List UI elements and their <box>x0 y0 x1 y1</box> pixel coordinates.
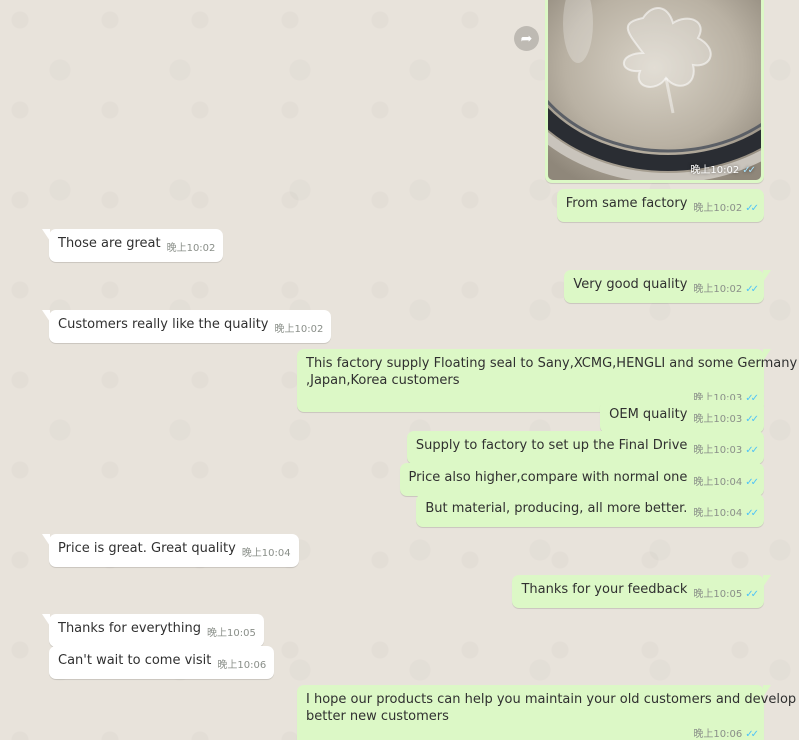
forward-button[interactable]: ➦ <box>514 26 539 51</box>
message-outgoing[interactable]: Thanks for your feedback 晚上10:05 ✓✓ <box>512 575 771 608</box>
message-text-line: better new customers <box>306 709 449 724</box>
photo-floating-seal-image <box>548 0 761 180</box>
message-meta: 晚上10:04 ✓✓ <box>693 474 759 491</box>
message-meta: 晚上10:05 <box>207 625 256 642</box>
message-text-line: I hope our products can help you maintai… <box>306 692 797 707</box>
message-time: 晚上10:06 <box>693 729 743 740</box>
message-text: Very good quality <box>573 277 688 292</box>
message-meta: 晚上10:05 ✓✓ <box>693 586 759 603</box>
message-time: 晚上10:02 <box>693 284 743 295</box>
message-text: Thanks for everything <box>58 621 201 636</box>
message-time: 晚上10:02 <box>274 324 324 335</box>
double-check-icon: ✓✓ <box>745 477 759 488</box>
message-meta: 晚上10:02 <box>274 321 323 338</box>
message-time: 晚上10:05 <box>207 628 256 639</box>
message-meta: 晚上10:02 <box>167 240 216 257</box>
message-text: Customers really like the quality <box>58 317 269 332</box>
message-time: 晚上10:02 <box>693 203 743 214</box>
message-outgoing[interactable]: I hope our products can help you maintai… <box>297 685 797 740</box>
message-outgoing[interactable]: Price also higher,compare with normal on… <box>399 463 764 496</box>
message-meta: 晚上10:02 ✓✓ <box>693 200 759 217</box>
message-meta: 晚上10:02 ✓✓ <box>693 281 759 298</box>
message-time: 晚上10:03 <box>693 445 743 456</box>
message-text: Supply to factory to set up the Final Dr… <box>415 438 688 453</box>
message-text-line: This factory supply Floating seal to San… <box>306 356 798 371</box>
message-time: 晚上10:06 <box>217 660 267 671</box>
message-time: 晚上10:05 <box>693 589 743 600</box>
message-meta: 晚上10:04 <box>242 545 291 562</box>
message-time: 晚上10:04 <box>693 508 743 519</box>
double-check-icon: ✓✓ <box>742 165 756 176</box>
double-check-icon: ✓✓ <box>745 589 759 600</box>
message-incoming[interactable]: Those are great 晚上10:02 <box>41 229 224 262</box>
message-meta: 晚上10:04 ✓✓ <box>693 505 759 522</box>
message-incoming[interactable]: Thanks for everything 晚上10:05 <box>42 614 264 647</box>
message-text: Thanks for your feedback <box>521 582 688 597</box>
double-check-icon: ✓✓ <box>745 284 759 295</box>
double-check-icon: ✓✓ <box>745 203 759 214</box>
message-incoming[interactable]: Can't wait to come visit 晚上10:06 <box>49 646 275 679</box>
image-message[interactable]: 晚上10:02 ✓✓ <box>545 0 764 183</box>
message-meta: 晚上10:03 ✓✓ <box>693 442 759 459</box>
message-text: Those are great <box>58 236 161 251</box>
message-outgoing[interactable]: From same factory 晚上10:02 ✓✓ <box>556 189 764 222</box>
message-outgoing[interactable]: But material, producing, all more better… <box>416 494 764 527</box>
photo[interactable]: 晚上10:02 ✓✓ <box>548 0 761 180</box>
double-check-icon: ✓✓ <box>745 508 759 519</box>
message-time: 晚上10:03 <box>693 414 743 425</box>
message-meta: 晚上10:03 ✓✓ <box>693 411 759 428</box>
message-text-line: ,Japan,Korea customers <box>306 373 460 388</box>
forward-icon: ➦ <box>520 30 533 47</box>
message-time: 晚上10:04 <box>693 477 743 488</box>
message-time: 晚上10:02 <box>166 243 216 254</box>
message-outgoing[interactable]: Supply to factory to set up the Final Dr… <box>406 431 764 464</box>
message-text: Can't wait to come visit <box>58 653 212 668</box>
message-time: 晚上10:04 <box>241 548 291 559</box>
message-text: Price also higher,compare with normal on… <box>408 470 688 485</box>
message-text: From same factory <box>565 196 688 211</box>
image-timestamp: 晚上10:02 ✓✓ <box>690 161 756 176</box>
message-incoming[interactable]: Customers really like the quality 晚上10:02 <box>41 310 332 343</box>
message-outgoing[interactable]: Very good quality 晚上10:02 ✓✓ <box>564 270 771 303</box>
message-text: OEM quality <box>609 407 688 422</box>
message-text: Price is great. Great quality <box>58 541 236 556</box>
chat-panel: ➦ 晚上10:02 ✓✓ From same factory 晚上10:02 ✓… <box>0 0 799 740</box>
double-check-icon: ✓✓ <box>745 445 759 456</box>
double-check-icon: ✓✓ <box>745 414 759 425</box>
message-incoming[interactable]: Price is great. Great quality 晚上10:04 <box>42 534 299 567</box>
double-check-icon: ✓✓ <box>745 729 759 740</box>
message-meta: 晚上10:06 ✓✓ <box>312 726 759 740</box>
image-time: 晚上10:02 <box>690 165 740 176</box>
message-text: But material, producing, all more better… <box>425 501 688 516</box>
message-meta: 晚上10:06 <box>217 657 266 674</box>
message-outgoing[interactable]: OEM quality 晚上10:03 ✓✓ <box>600 400 764 433</box>
